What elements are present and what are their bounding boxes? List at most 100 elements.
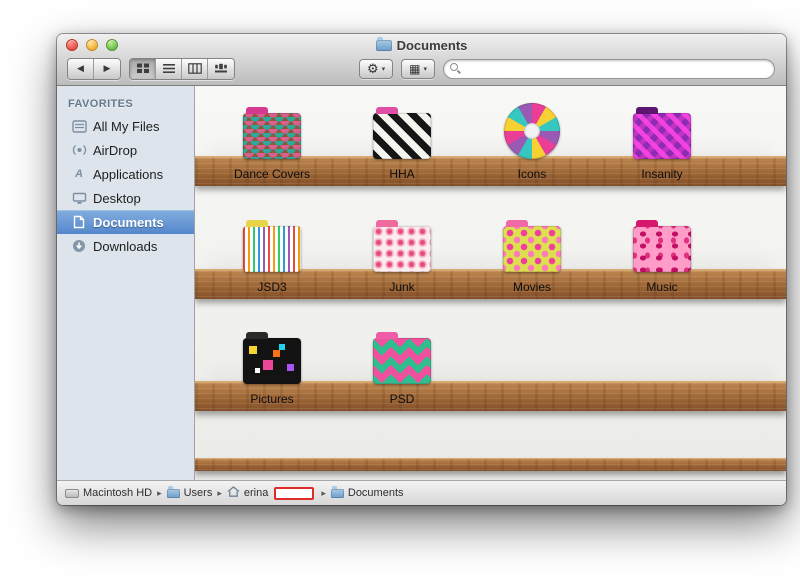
path-item-label: Macintosh HD — [83, 487, 153, 499]
folder-junk[interactable]: Junk — [337, 211, 467, 294]
back-arrow-icon: ◀ — [77, 63, 84, 73]
folder-insanity[interactable]: Insanity — [597, 98, 727, 181]
path-separator-icon: ▸ — [217, 487, 222, 498]
path-separator-icon: ▸ — [157, 487, 162, 498]
sidebar-item-label: Applications — [93, 166, 164, 182]
sidebar-item-label: Downloads — [93, 238, 158, 254]
sidebar-item-label: AirDrop — [93, 142, 138, 158]
forward-arrow-icon: ▶ — [103, 63, 111, 73]
disc-icon — [504, 103, 560, 159]
folder-movies[interactable]: Movies — [467, 211, 597, 294]
hard-drive-icon — [65, 488, 79, 498]
sidebar-item-downloads[interactable]: Downloads — [57, 234, 194, 258]
sidebar-item-all-my-files[interactable]: All My Files — [57, 114, 194, 138]
folder-icon — [166, 486, 180, 498]
window-chrome: Documents ◀ ▶ ⚙ ▾ ▦ ▾ — [57, 34, 786, 86]
folder-name: Insanity — [641, 167, 683, 181]
folder-name: Icons — [517, 167, 547, 181]
folder-icon — [633, 107, 691, 159]
folder-name: Junk — [389, 280, 415, 294]
back-button[interactable]: ◀ — [68, 58, 94, 79]
column-view-button[interactable] — [182, 58, 208, 79]
documents-icon — [71, 215, 87, 229]
path-separator-icon: ▸ — [321, 487, 326, 498]
folder-icons[interactable]: Icons — [467, 98, 597, 181]
folder-icon — [243, 107, 301, 159]
redaction-box — [274, 486, 315, 500]
all-my-files-icon — [71, 119, 87, 133]
folder-dance-covers[interactable]: Dance Covers — [207, 98, 337, 181]
sidebar-section-favorites: FAVORITES — [68, 98, 134, 110]
search-input[interactable] — [464, 61, 769, 76]
sidebar-item-documents[interactable]: Documents — [57, 210, 194, 234]
folder-name: PSD — [389, 392, 415, 406]
folder-icon — [330, 486, 344, 498]
desktop-icon — [71, 192, 87, 205]
window-content: FAVORITES All My Files AirDrop A Applica… — [57, 86, 786, 480]
folder-icon — [373, 220, 431, 272]
downloads-icon — [71, 239, 87, 253]
coverflow-view-icon — [215, 63, 227, 73]
column-view-icon — [187, 63, 202, 74]
sidebar-item-desktop[interactable]: Desktop — [57, 186, 194, 210]
list-view-icon — [162, 64, 175, 73]
path-item-documents[interactable]: Documents — [330, 486, 404, 499]
path-bar: Macintosh HD ▸ Users ▸ erina ▸ Documents — [57, 480, 786, 505]
window-title: Documents — [396, 37, 468, 53]
chevron-down-icon: ▾ — [423, 65, 428, 73]
path-item-users[interactable]: Users — [166, 486, 213, 499]
sidebar: FAVORITES All My Files AirDrop A Applica… — [57, 86, 195, 480]
path-item-label: Documents — [347, 487, 404, 499]
coverflow-view-button[interactable] — [208, 58, 234, 79]
icon-view-icon — [136, 63, 149, 73]
folder-name: Dance Covers — [233, 167, 311, 181]
sidebar-item-airdrop[interactable]: AirDrop — [57, 138, 194, 162]
wood-shelf — [195, 458, 786, 471]
folder-icon — [243, 332, 301, 384]
folder-name: Pictures — [250, 392, 294, 406]
path-item-label: erina — [243, 487, 269, 499]
finder-window: Documents ◀ ▶ ⚙ ▾ ▦ ▾ FAVORITES All My F… — [57, 34, 786, 505]
airdrop-icon — [71, 144, 87, 157]
icon-view-button[interactable] — [130, 58, 156, 79]
chevron-down-icon: ▾ — [381, 65, 386, 73]
sidebar-item-label: Desktop — [93, 190, 141, 206]
desktop-background: Documents ◀ ▶ ⚙ ▾ ▦ ▾ FAVORITES All My F… — [0, 0, 800, 582]
folder-name: HHA — [389, 167, 415, 181]
folder-icon — [243, 220, 301, 272]
sidebar-item-applications[interactable]: A Applications — [57, 162, 194, 186]
sidebar-item-label: Documents — [93, 214, 164, 230]
folder-name: Movies — [512, 280, 551, 294]
path-item-home[interactable]: erina — [227, 486, 316, 500]
folder-pictures[interactable]: Pictures — [207, 323, 337, 406]
gear-icon: ⚙ — [367, 61, 379, 76]
folder-icon — [503, 220, 561, 272]
folder-hha[interactable]: HHA — [337, 98, 467, 181]
search-icon — [450, 63, 461, 74]
search-field[interactable] — [443, 58, 776, 79]
folder-name: JSD3 — [257, 280, 287, 294]
folder-row: JSD3 Junk Movies Music — [207, 211, 727, 294]
folder-icon — [373, 332, 431, 384]
title-folder-icon — [375, 36, 392, 51]
folder-music[interactable]: Music — [597, 211, 727, 294]
toolbar: ◀ ▶ ⚙ ▾ ▦ ▾ — [57, 56, 786, 85]
action-menu-button[interactable]: ⚙ ▾ — [359, 58, 394, 79]
folder-view: Dance Covers HHA Icons Insanity JSD3 Jun… — [195, 86, 786, 480]
title-bar[interactable]: Documents — [57, 34, 786, 56]
path-item-macintosh-hd[interactable]: Macintosh HD — [65, 487, 152, 499]
forward-button[interactable]: ▶ — [94, 58, 120, 79]
window-title-area: Documents — [57, 34, 786, 56]
navigation-control: ◀ ▶ — [67, 57, 121, 80]
folder-name: Music — [646, 280, 678, 294]
folder-jsd3[interactable]: JSD3 — [207, 211, 337, 294]
arrange-menu-button[interactable]: ▦ ▾ — [401, 58, 436, 79]
view-mode-control — [129, 57, 235, 80]
folder-psd[interactable]: PSD — [337, 323, 467, 406]
folder-row: Pictures PSD — [207, 323, 467, 406]
list-view-button[interactable] — [156, 58, 182, 79]
sidebar-item-label: All My Files — [93, 118, 160, 134]
applications-icon: A — [75, 168, 83, 180]
path-item-label: Users — [183, 487, 213, 499]
folder-row: Dance Covers HHA Icons Insanity — [207, 98, 727, 181]
